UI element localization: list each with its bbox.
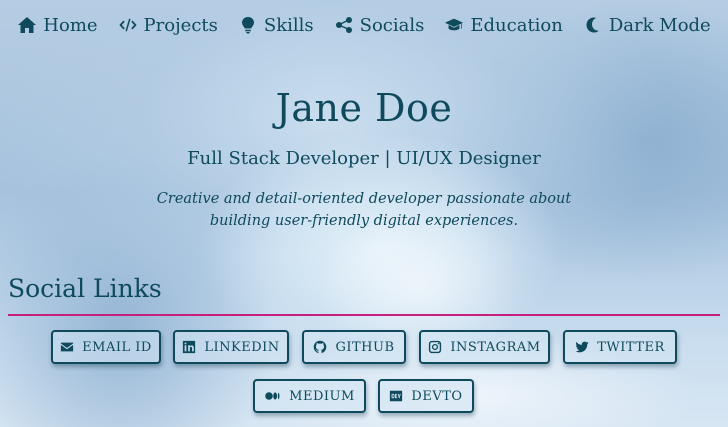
nav-projects[interactable]: Projects [108,15,228,36]
nav-skills[interactable]: Skills [228,15,324,36]
graduation-cap-icon [445,18,464,31]
nav-dark-mode[interactable]: Dark Mode [573,15,721,36]
nav-education[interactable]: Education [434,15,573,36]
twitter-icon [575,341,589,353]
section-divider [8,314,720,316]
linkedin-button[interactable]: LINKEDIN [173,330,289,364]
nav-education-label: Education [470,14,563,36]
share-icon [335,17,352,33]
linkedin-button-label: LINKEDIN [204,339,280,355]
medium-button-label: MEDIUM [289,388,355,404]
github-button-label: GITHUB [335,339,395,355]
devto-icon [390,390,403,402]
linkedin-icon [183,340,196,354]
instagram-icon [429,340,442,354]
devto-button-label: DEVTO [411,388,463,404]
profile-role: Full Stack Developer | UI/UX Designer [187,148,541,169]
moon-icon [586,17,599,33]
nav-socials[interactable]: Socials [324,15,435,36]
github-icon [314,340,327,354]
profile-bio: Creative and detail-oriented developer p… [156,191,572,229]
nav-home-label: Home [43,14,98,36]
code-icon [118,18,137,32]
social-links-heading: Social Links [8,274,162,303]
nav-socials-label: Socials [359,14,425,36]
instagram-button[interactable]: INSTAGRAM [419,330,550,364]
top-navbar: Home Projects Skills Socials Education D… [0,0,728,50]
home-icon [18,17,37,33]
github-button[interactable]: GITHUB [302,330,406,364]
medium-icon [265,392,280,400]
nav-skills-label: Skills [263,14,314,36]
instagram-button-label: INSTAGRAM [450,339,541,355]
devto-button[interactable]: DEVTO [378,379,474,413]
medium-button[interactable]: MEDIUM [253,379,366,413]
envelope-icon [61,342,74,352]
email-button[interactable]: EMAIL ID [51,330,161,364]
nav-home[interactable]: Home [7,15,107,36]
email-button-label: EMAIL ID [82,339,152,355]
twitter-button-label: TWITTER [597,339,665,355]
nav-projects-label: Projects [143,14,218,36]
profile-name: Jane Doe [275,86,453,130]
nav-dark-mode-label: Dark Mode [608,14,711,36]
lightbulb-icon [241,17,254,34]
twitter-button[interactable]: TWITTER [563,330,677,364]
